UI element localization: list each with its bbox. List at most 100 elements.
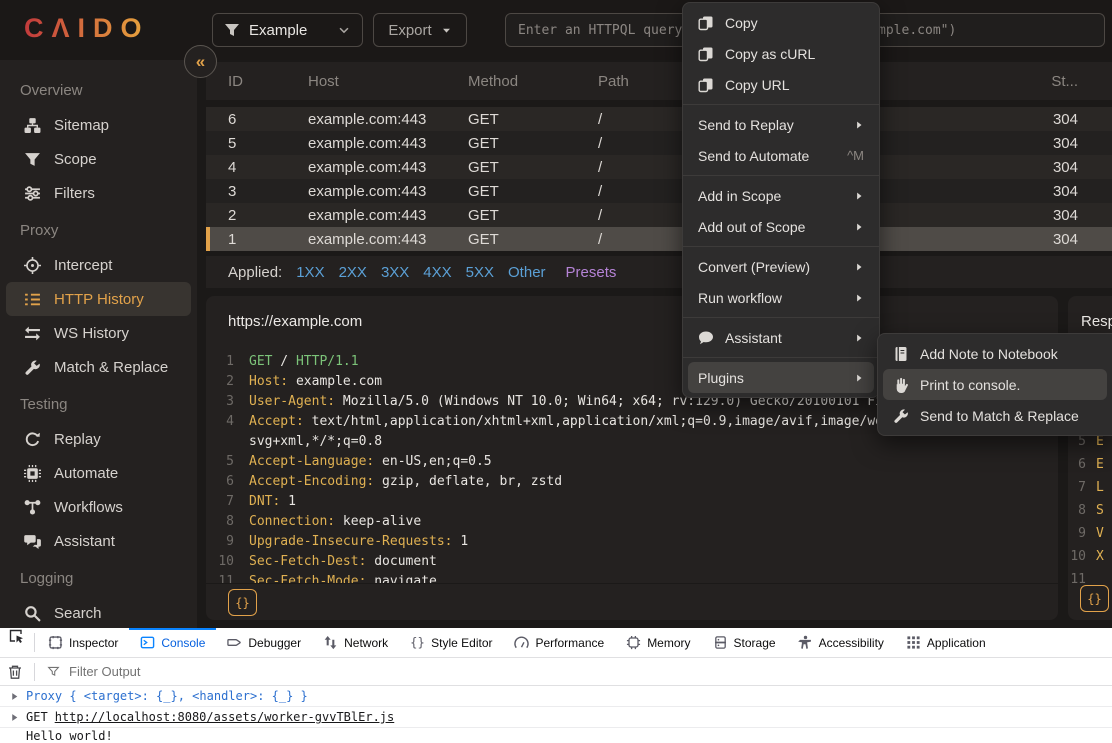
sidebar-item-assistant[interactable]: Assistant xyxy=(6,524,191,558)
filter-other[interactable]: Other xyxy=(508,264,546,281)
list-icon xyxy=(24,291,41,308)
column-header-host: Host xyxy=(308,73,468,90)
response-line: 10X xyxy=(1068,545,1112,568)
devtools-tab-bar: InspectorConsole Debugger Network{}Style E… xyxy=(0,628,1112,658)
line-number: 9 xyxy=(206,532,234,552)
line-number: 7 xyxy=(206,492,234,512)
devtools-tab-network[interactable]: Network xyxy=(312,628,399,657)
devtools-tab-console[interactable]: Console xyxy=(129,628,216,657)
table-row[interactable]: 6example.com:443GET/304 xyxy=(206,107,1112,131)
context-menu-item-add-in-scope[interactable]: Add in Scope xyxy=(688,180,874,211)
devtools-tab-label: Memory xyxy=(647,636,690,650)
devtools-tab-storage[interactable]: Storage xyxy=(702,628,787,657)
response-editor[interactable]: 5E6E7L8S9V10X11 xyxy=(1068,430,1112,591)
request-url-link[interactable]: http://localhost:8080/assets/worker-gvvT… xyxy=(55,710,395,724)
project-selector[interactable]: Example xyxy=(212,13,363,47)
sidebar-item-search[interactable]: Search xyxy=(6,596,191,630)
cell-method: GET xyxy=(468,231,598,248)
code-segment: Accept-Language: xyxy=(249,452,374,472)
cell-id: 6 xyxy=(206,111,308,128)
code-segment: document xyxy=(366,552,436,572)
devtools-tab-debugger[interactable]: Debugger xyxy=(216,628,312,657)
table-row[interactable]: 2example.com:443GET/304 xyxy=(206,203,1112,227)
clear-console-trash-icon[interactable] xyxy=(0,664,30,680)
sidebar-item-label: Scope xyxy=(54,151,97,168)
menu-item-label: Print to console. xyxy=(920,377,1020,393)
sidebar-item-label: Match & Replace xyxy=(54,359,168,376)
cell-host: example.com:443 xyxy=(308,135,468,152)
devtools-tab-performance[interactable]: Performance xyxy=(503,628,615,657)
pick-element-icon[interactable] xyxy=(0,628,32,644)
devtools-tab-label: Accessibility xyxy=(819,636,884,650)
context-menu-item-convert-preview[interactable]: Convert (Preview) xyxy=(688,251,874,282)
sidebar-item-workflows[interactable]: Workflows xyxy=(6,490,191,524)
context-menu-item-send-to-automate[interactable]: Send to Automate^M xyxy=(688,140,874,171)
filter-output-input[interactable] xyxy=(67,663,367,680)
sidebar-item-replay[interactable]: Replay xyxy=(6,422,191,456)
submenu-arrow-icon xyxy=(854,373,864,383)
code-segment: example.com xyxy=(288,372,382,392)
context-menu-item-send-to-replay[interactable]: Send to Replay xyxy=(688,109,874,140)
request-line: 11Sec-Fetch-Mode: navigate xyxy=(206,572,1058,583)
sidebar-item-filters[interactable]: Filters xyxy=(6,176,191,210)
sidebar-item-intercept[interactable]: Intercept xyxy=(6,248,191,282)
table-row[interactable]: 5example.com:443GET/304 xyxy=(206,131,1112,155)
table-row[interactable]: 1example.com:443GET/304 xyxy=(206,227,1112,251)
export-button-label: Export xyxy=(388,22,431,39)
context-menu-item-copy-as-curl[interactable]: Copy as cURL xyxy=(688,38,874,69)
code-segment: navigate xyxy=(366,572,436,583)
hand-icon xyxy=(893,377,909,393)
sidebar-collapse-button[interactable]: « xyxy=(184,45,217,78)
context-menu-item-copy[interactable]: Copy xyxy=(688,7,874,38)
menu-separator xyxy=(683,175,879,176)
presets-link[interactable]: Presets xyxy=(566,264,617,281)
code-segment: Connection: xyxy=(249,512,335,532)
filter-5xx[interactable]: 5XX xyxy=(466,264,494,281)
filter-4xx[interactable]: 4XX xyxy=(423,264,451,281)
export-button[interactable]: Export xyxy=(373,13,467,47)
chevron-down-icon xyxy=(337,23,351,37)
devtools-tab-application[interactable]: Application xyxy=(895,628,997,657)
line-number: 11 xyxy=(206,572,234,583)
sidebar-item-match-replace[interactable]: Match & Replace xyxy=(6,350,191,384)
devtools-tab-accessibility[interactable]: Accessibility xyxy=(787,628,895,657)
context-menu-item-plugins[interactable]: Plugins xyxy=(688,362,874,393)
devtools-tab-inspector[interactable]: Inspector xyxy=(37,628,129,657)
devtools-tab-memory[interactable]: Memory xyxy=(615,628,701,657)
line-number: 3 xyxy=(206,392,234,412)
request-line: 10Sec-Fetch-Dest: document xyxy=(206,552,1058,572)
submenu-item-send-to-match-replace[interactable]: Send to Match & Replace xyxy=(883,400,1107,431)
expand-triangle-icon[interactable] xyxy=(10,713,19,722)
memory-icon xyxy=(626,635,641,650)
table-row[interactable]: 3example.com:443GET/304 xyxy=(206,179,1112,203)
sidebar: OverviewSitemapScopeFiltersProxyIntercep… xyxy=(0,60,197,628)
request-prettify-button[interactable]: {} xyxy=(228,589,257,616)
submenu-item-print-to-console[interactable]: Print to console. xyxy=(883,369,1107,400)
sidebar-item-http-history[interactable]: HTTP History xyxy=(6,282,191,316)
sidebar-section-testing: Testing xyxy=(0,388,197,422)
expand-triangle-icon[interactable] xyxy=(10,692,19,701)
response-prettify-button[interactable]: {} xyxy=(1080,585,1109,612)
context-menu-item-copy-url[interactable]: Copy URL xyxy=(688,69,874,100)
cell-status: 304 xyxy=(998,231,1078,248)
context-menu-item-assistant[interactable]: Assistant xyxy=(688,322,874,353)
sidebar-item-automate[interactable]: Automate xyxy=(6,456,191,490)
devtools-tab-style-editor[interactable]: {}Style Editor xyxy=(399,628,503,657)
submenu-arrow-icon xyxy=(854,293,864,303)
filter-1xx[interactable]: 1XX xyxy=(296,264,324,281)
devtools-tab-label: Performance xyxy=(535,636,604,650)
filter-3xx[interactable]: 3XX xyxy=(381,264,409,281)
filter-2xx[interactable]: 2XX xyxy=(339,264,367,281)
context-menu-item-add-out-of-scope[interactable]: Add out of Scope xyxy=(688,211,874,242)
request-line: 5Accept-Language: en-US,en;q=0.5 xyxy=(206,452,1058,472)
http-history-table: IDHostMethodPathSt... 6example.com:443GE… xyxy=(206,62,1112,251)
sidebar-item-scope[interactable]: Scope xyxy=(6,142,191,176)
sidebar-item-sitemap[interactable]: Sitemap xyxy=(6,108,191,142)
devtools-tab-label: Debugger xyxy=(248,636,301,650)
menu-item-label: Run workflow xyxy=(698,290,782,306)
sidebar-item-ws-history[interactable]: WS History xyxy=(6,316,191,350)
response-line: 9V xyxy=(1068,522,1112,545)
context-menu-item-run-workflow[interactable]: Run workflow xyxy=(688,282,874,313)
table-row[interactable]: 4example.com:443GET/304 xyxy=(206,155,1112,179)
submenu-item-add-note-to-notebook[interactable]: Add Note to Notebook xyxy=(883,338,1107,369)
